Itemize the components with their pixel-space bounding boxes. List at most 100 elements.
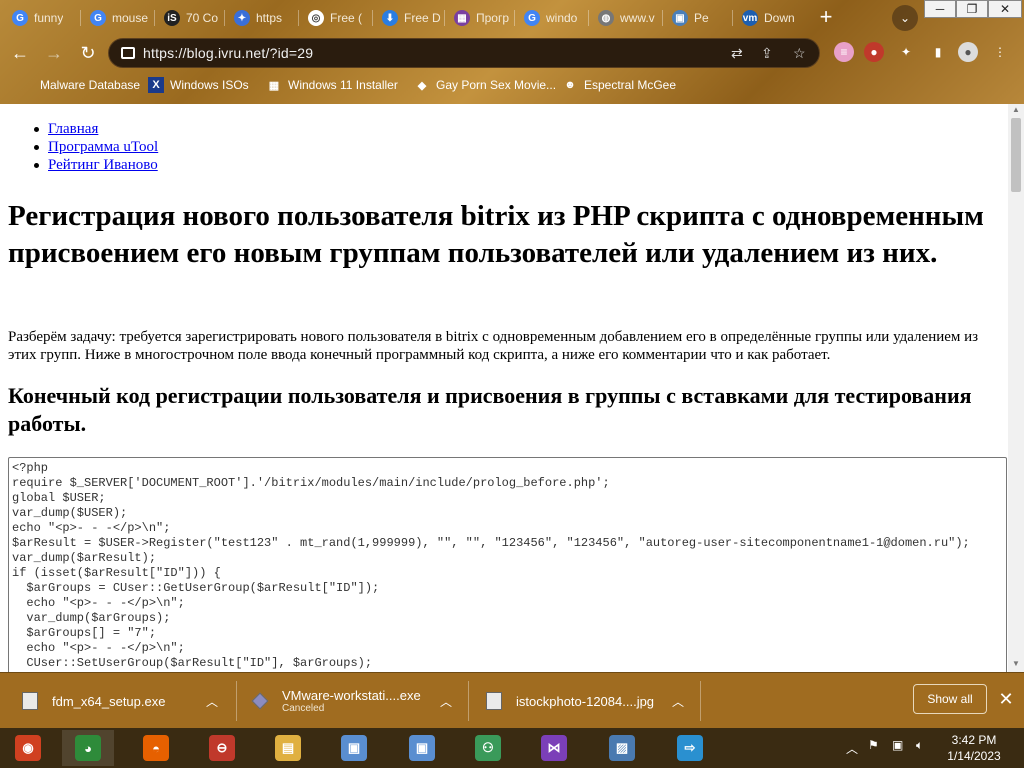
flag-icon[interactable]: ⚑ — [868, 738, 879, 752]
chrome-icon: ◕ — [75, 735, 101, 761]
download-item[interactable]: fdm_x64_setup.exe — [22, 673, 165, 729]
download-item[interactable]: VMware-workstati....exe Canceled — [251, 673, 421, 729]
extensions-puzzle-icon[interactable]: ✦ — [896, 42, 916, 62]
scroll-down-arrow-icon[interactable]: ▼ — [1008, 658, 1024, 670]
scrollbar-thumb[interactable] — [1011, 118, 1021, 192]
tab-separator — [224, 10, 225, 26]
tab-5[interactable]: ◎ Free ( — [300, 4, 370, 32]
minimize-button[interactable]: ─ — [924, 0, 956, 18]
bookmark-item[interactable]: ☻ Espectral McGee — [562, 76, 676, 94]
tab-3[interactable]: iS 70 Co — [156, 4, 222, 32]
taskbar-file-explorer[interactable]: ▤ — [262, 730, 314, 766]
share-icon[interactable]: ⇪ — [761, 45, 773, 62]
nav-link-rating[interactable]: Рейтинг Иваново — [48, 157, 158, 173]
lock-icon[interactable] — [121, 47, 135, 59]
tab-2[interactable]: Gmouse — [82, 4, 152, 32]
setup-2-icon: ▣ — [409, 735, 435, 761]
intro-paragraph: Разберём задачу: требуется зарегистриров… — [8, 329, 979, 363]
download-status: Canceled — [282, 703, 325, 714]
tab-4[interactable]: ✦ https — [226, 4, 296, 32]
taskbar-app-11[interactable]: ⇨ — [664, 730, 716, 766]
reload-button[interactable]: ↻ — [76, 42, 100, 66]
close-window-button[interactable]: ✕ — [988, 0, 1022, 18]
image-file-icon — [486, 692, 502, 710]
setup-1-icon: ▣ — [341, 735, 367, 761]
tab-8[interactable]: Gwindo — [516, 4, 586, 32]
tab-7[interactable]: ▦ Прогр — [446, 4, 512, 32]
download-filename: fdm_x64_setup.exe — [52, 693, 166, 709]
divider — [236, 681, 237, 721]
tab-6[interactable]: ⬇ Free D — [374, 4, 442, 32]
tab-11[interactable]: vm Down — [734, 4, 800, 32]
circle-icon: ◎ — [308, 10, 324, 26]
clock[interactable]: 3:42 PM 1/14/2023 — [944, 732, 1004, 764]
tab-separator — [588, 10, 589, 26]
tab-label: Free ( — [330, 11, 363, 25]
menu-icon[interactable]: ⋮ — [990, 42, 1010, 62]
nav-link-home[interactable]: Главная — [48, 121, 98, 137]
page-content: Главная Программа uTool Рейтинг Иваново … — [0, 104, 1008, 672]
profile-avatar[interactable]: ● — [958, 42, 978, 62]
tab-search-button[interactable]: ⌄ — [892, 5, 918, 31]
chevron-up-icon[interactable]: ︿ — [206, 693, 218, 710]
tab-1[interactable]: Gfunny — [4, 4, 78, 32]
nav-link-utool[interactable]: Программа uTool — [48, 139, 158, 155]
tab-label: https — [256, 11, 283, 25]
show-all-button[interactable]: Show all — [913, 684, 987, 714]
taskbar-firefox[interactable]: ◓ — [130, 730, 182, 766]
close-downloads-icon[interactable]: ✕ — [996, 688, 1016, 710]
tab-separator — [732, 10, 733, 26]
taskbar-chrome[interactable]: ◕ — [62, 730, 114, 766]
bookmark-label: Windows ISOs — [170, 78, 249, 92]
translate-icon[interactable]: ⇄ — [731, 45, 743, 62]
download-menu[interactable]: ︿ — [672, 673, 684, 729]
side-panel-icon[interactable]: ▮ — [928, 42, 948, 62]
bookmarks-bar: Malware Database X Windows ISOs ▦ Windows 11… — [0, 72, 1024, 98]
tab-label: windo — [546, 11, 578, 25]
app-11-icon: ⇨ — [677, 735, 703, 761]
forward-button[interactable]: → — [42, 42, 66, 66]
bookmark-item[interactable]: Malware Database — [18, 76, 140, 94]
taskbar-app-1[interactable]: ◉ — [2, 730, 54, 766]
downloads-bar: fdm_x64_setup.exe ︿ VMware-workstati....… — [0, 672, 1024, 729]
network-icon[interactable]: ▣ — [892, 738, 903, 752]
utool-icon: ▦ — [454, 10, 470, 26]
bookmark-item[interactable]: ◆ Gay Porn Sex Movie... — [414, 76, 556, 94]
page-icon: ▣ — [672, 10, 688, 26]
bookmark-item[interactable]: ▦ Windows 11 Installer — [266, 76, 398, 94]
chevron-up-icon[interactable]: ︿ — [672, 693, 684, 710]
profile-extension-icon[interactable]: ● — [864, 42, 884, 62]
extension-icon[interactable]: ≡ — [834, 42, 854, 62]
code-textarea[interactable]: <?php require $_SERVER['DOCUMENT_ROOT'].'… — [8, 457, 1007, 672]
address-bar[interactable]: https://blog.ivru.net/?id=29 ⇄ ⇪ ☆ — [108, 38, 820, 68]
firefox-icon: ◓ — [143, 735, 169, 761]
page-scrollbar[interactable]: ▲ ▼ — [1008, 104, 1024, 672]
code-line: var_dump($arGroups); — [12, 611, 171, 625]
tab-separator — [662, 10, 663, 26]
taskbar-app-4[interactable]: ⊖ — [196, 730, 248, 766]
restore-button[interactable]: ❐ — [956, 0, 988, 18]
new-tab-button[interactable]: + — [814, 6, 838, 30]
download-menu[interactable]: ︿ — [440, 673, 452, 729]
taskbar: ︿ ⚑ ▣ 🔈︎ ◉ ◕ ◓ ⊖ ▤ ▣ ▣ ⚇ ⋈ ▨ ⇨ — [0, 728, 1024, 768]
download-menu[interactable]: ︿ — [206, 673, 218, 729]
bookmark-label: Windows 11 Installer — [288, 78, 398, 92]
url-text[interactable]: https://blog.ivru.net/?id=29 — [143, 45, 313, 61]
volume-icon[interactable]: 🔈︎ — [916, 738, 923, 753]
tab-label: funny — [34, 11, 64, 25]
tab-10[interactable]: ▣ Pe — [664, 4, 730, 32]
bookmark-item[interactable]: X Windows ISOs — [148, 76, 249, 94]
taskbar-photos[interactable]: ▨ — [596, 730, 648, 766]
code-line: <?php — [12, 461, 49, 475]
chevron-up-icon[interactable]: ︿ — [846, 740, 858, 757]
scroll-up-arrow-icon[interactable]: ▲ — [1008, 104, 1024, 116]
taskbar-setup-1[interactable]: ▣ — [328, 730, 380, 766]
taskbar-visual-studio[interactable]: ⋈ — [528, 730, 580, 766]
chevron-up-icon[interactable]: ︿ — [440, 693, 452, 710]
download-item[interactable]: istockphoto-12084....jpg — [486, 673, 654, 729]
taskbar-setup-2[interactable]: ▣ — [396, 730, 448, 766]
tab-9[interactable]: ◍ www.v — [590, 4, 660, 32]
taskbar-network[interactable]: ⚇ — [462, 730, 514, 766]
bookmark-star-icon[interactable]: ☆ — [793, 45, 806, 62]
back-button[interactable]: ← — [8, 42, 32, 66]
